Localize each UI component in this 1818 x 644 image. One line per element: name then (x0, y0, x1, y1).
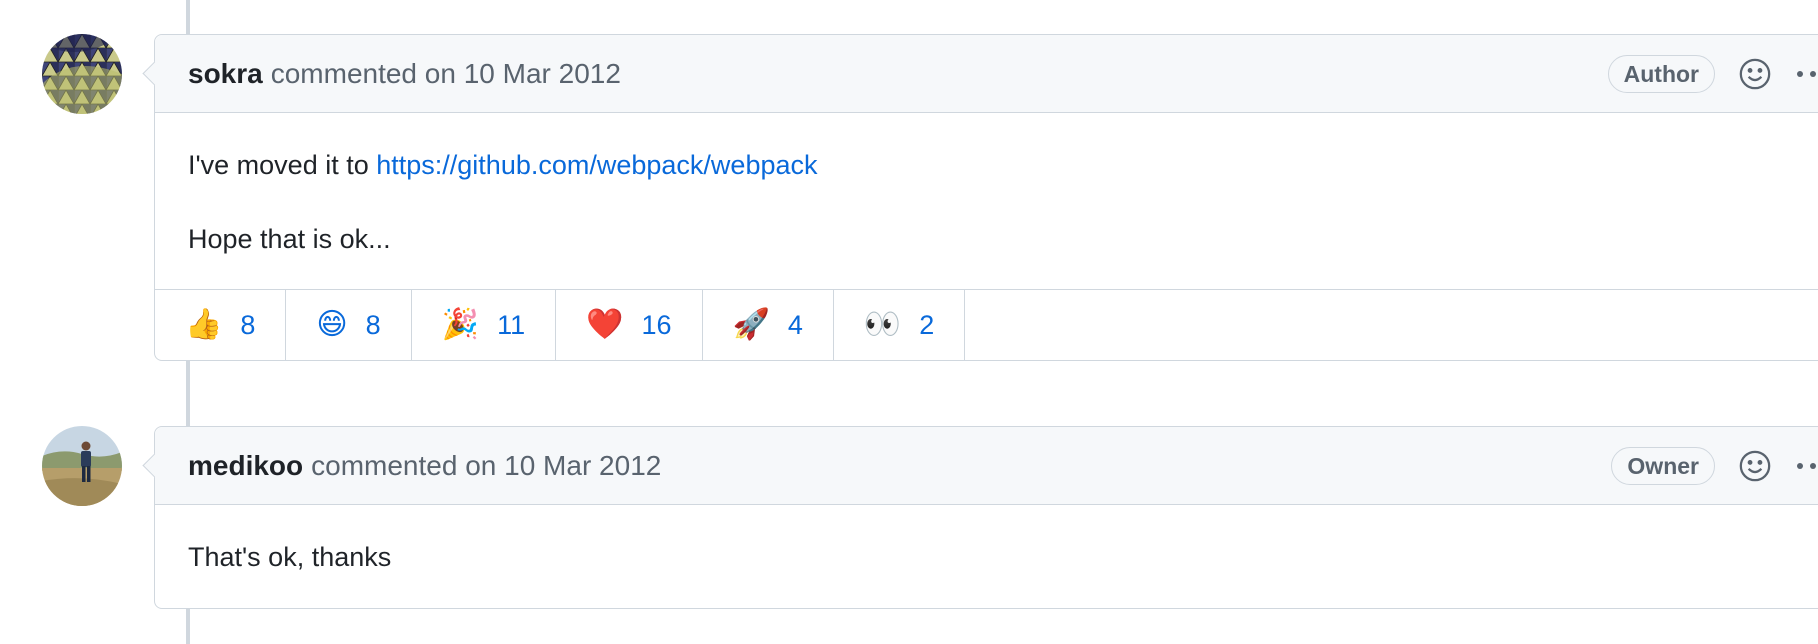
rocket-icon: 🚀 (732, 308, 770, 341)
reaction-laugh[interactable]: 😄 8 (286, 290, 412, 360)
issue-timeline: sokra commented on 10 Mar 2012 Author I'… (0, 0, 1818, 644)
webpack-repo-link[interactable]: https://github.com/webpack/webpack (376, 150, 817, 180)
reaction-rocket[interactable]: 🚀 4 (703, 290, 834, 360)
reaction-count: 8 (240, 309, 256, 340)
kebab-horizontal-icon[interactable] (1795, 448, 1818, 484)
body-line-2: Hope that is ok... (188, 224, 391, 254)
owner-badge: Owner (1611, 446, 1715, 485)
body-text: I've moved it to (188, 150, 377, 180)
comment-body: That's ok, thanks (155, 505, 1818, 577)
reaction-count: 16 (641, 309, 672, 340)
reaction-count: 11 (497, 309, 526, 340)
comment-body: I've moved it to https://github.com/webp… (155, 113, 1818, 259)
reaction-count: 4 (787, 309, 803, 340)
smiley-icon[interactable] (1737, 56, 1773, 92)
reactions-bar: 👍 8 😄 8 🎉 11 ❤️ 16 🚀 4 👀 2 (155, 289, 1818, 360)
avatar-medikoo[interactable] (42, 426, 122, 506)
party-popper-icon: 🎉 (441, 308, 480, 341)
avatar-sokra[interactable] (42, 34, 122, 114)
reaction-hooray[interactable]: 🎉 11 (412, 290, 557, 360)
comment-header: medikoo commented on 10 Mar 2012 Owner (155, 427, 1818, 505)
reaction-eyes[interactable]: 👀 2 (834, 290, 966, 360)
reaction-thumbs-up[interactable]: 👍 8 (155, 290, 287, 360)
reaction-count: 8 (365, 309, 381, 340)
comment-header: sokra commented on 10 Mar 2012 Author (155, 35, 1818, 113)
thumbs-up-icon: 👍 (185, 308, 223, 341)
comment-card: sokra commented on 10 Mar 2012 Author I'… (142, 34, 1818, 361)
comment-card: medikoo commented on 10 Mar 2012 Owner T… (142, 426, 1818, 609)
heart-icon: ❤️ (586, 308, 624, 341)
author-name[interactable]: sokra (188, 58, 263, 90)
author-badge: Author (1607, 54, 1715, 93)
body-line-1: That's ok, thanks (188, 542, 392, 572)
header-actions: Author (1607, 35, 1818, 112)
reaction-heart[interactable]: ❤️ 16 (556, 290, 703, 360)
kebab-horizontal-icon[interactable] (1795, 56, 1818, 92)
reaction-count: 2 (919, 309, 935, 340)
laugh-icon: 😄 (316, 308, 348, 341)
comment-timestamp[interactable]: commented on 10 Mar 2012 (271, 58, 621, 90)
eyes-icon: 👀 (863, 308, 902, 341)
body-line-1: I've moved it to https://github.com/webp… (188, 145, 1818, 185)
comment-timestamp[interactable]: commented on 10 Mar 2012 (311, 450, 661, 482)
header-actions: Owner (1611, 427, 1818, 504)
author-name[interactable]: medikoo (188, 450, 303, 482)
smiley-icon[interactable] (1737, 448, 1773, 484)
